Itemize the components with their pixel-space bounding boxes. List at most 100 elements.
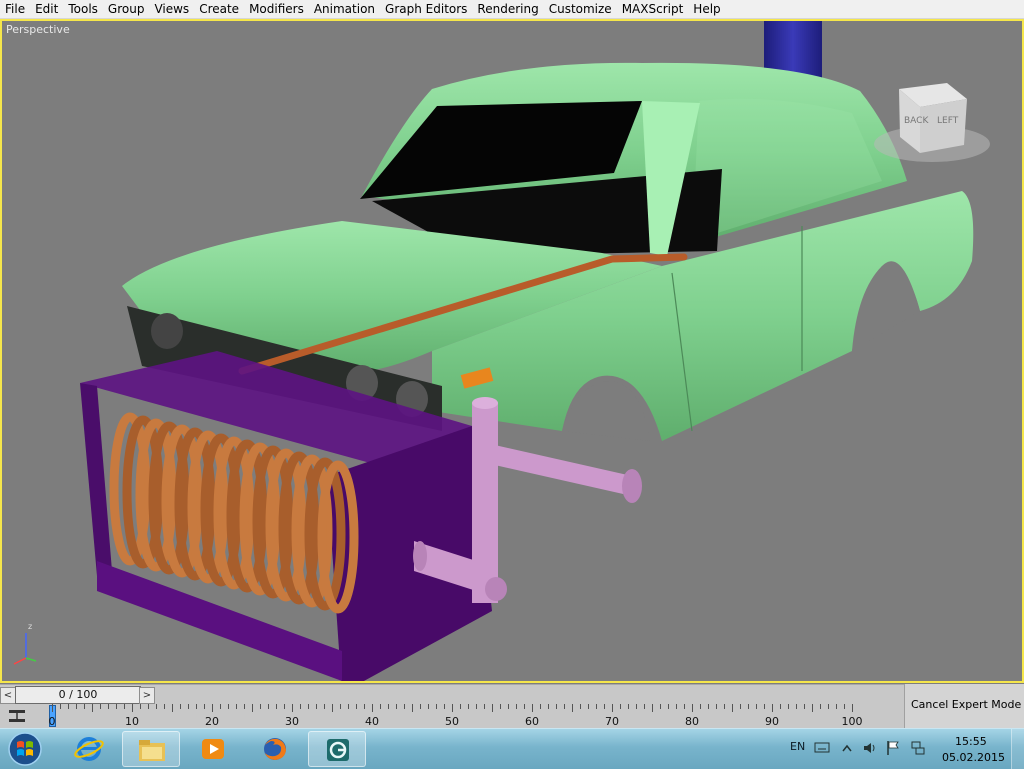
windows-taskbar: EN 15:55 05.02.2015 — [0, 728, 1024, 769]
menu-customize[interactable]: Customize — [544, 0, 617, 18]
time-slider-thumb[interactable]: 0 / 100 — [15, 686, 141, 704]
ruler-tick — [572, 704, 573, 712]
volume-icon[interactable] — [862, 741, 878, 755]
expert-mode-panel: Cancel Expert Mode — [904, 684, 1024, 728]
ruler-tick — [756, 704, 757, 709]
ruler-tick — [780, 704, 781, 709]
ruler-tick — [836, 704, 837, 709]
taskbar-file-explorer[interactable] — [122, 731, 180, 767]
ruler-tick — [708, 704, 709, 709]
prev-frame-button[interactable]: < — [0, 687, 16, 704]
ruler-tick — [540, 704, 541, 709]
menu-modifiers[interactable]: Modifiers — [244, 0, 309, 18]
viewcube-left[interactable]: LEFT — [937, 116, 959, 126]
ruler-tick — [516, 704, 517, 709]
ruler-tick — [580, 704, 581, 709]
menu-file[interactable]: File — [0, 0, 30, 18]
ruler-tick — [660, 704, 661, 709]
time-slider[interactable]: < 0 / 100 > — [0, 684, 904, 705]
ruler-tick-label: 50 — [445, 715, 459, 728]
ruler-tick — [60, 704, 61, 709]
ruler-tick — [444, 704, 445, 709]
ruler-tick — [564, 704, 565, 709]
ruler-tick — [700, 704, 701, 709]
clock-date[interactable]: 05.02.2015 — [942, 751, 1005, 764]
track-bar-icon[interactable] — [6, 707, 28, 725]
3ds-max-icon — [327, 739, 349, 761]
ruler-tick — [244, 704, 245, 709]
ruler-tick — [684, 704, 685, 709]
viewcube-back[interactable]: BACK — [904, 116, 929, 126]
track-ruler: 0 10 20 30 40 50 60 70 80 90 100 — [48, 704, 880, 728]
clock-time[interactable]: 15:55 — [955, 735, 987, 748]
ruler-tick — [332, 704, 333, 712]
network-icon[interactable] — [910, 740, 926, 756]
show-desktop-button[interactable] — [1011, 729, 1024, 769]
axis-tripod: z — [13, 622, 37, 665]
ruler-tick — [812, 704, 813, 712]
ruler-tick — [556, 704, 557, 709]
ruler-tick — [796, 704, 797, 709]
menu-rendering[interactable]: Rendering — [472, 0, 543, 18]
ruler-tick — [308, 704, 309, 709]
language-indicator[interactable]: EN — [790, 740, 805, 753]
system-tray: EN 15:55 05.02.2015 — [780, 729, 1024, 769]
taskbar-firefox[interactable] — [246, 731, 304, 767]
perspective-viewport[interactable]: Perspective BACK LEFT z — [0, 19, 1024, 683]
ruler-tick — [764, 704, 765, 709]
menu-animation[interactable]: Animation — [309, 0, 380, 18]
ruler-tick — [172, 704, 173, 712]
ruler-tick — [788, 704, 789, 709]
ruler-tick — [436, 704, 437, 709]
ruler-tick — [364, 704, 365, 709]
ruler-tick — [644, 704, 645, 709]
ruler-tick — [404, 704, 405, 709]
show-hidden-icons-icon[interactable] — [842, 744, 852, 752]
ruler-tick — [652, 704, 653, 712]
ruler-tick-label: 80 — [685, 715, 699, 728]
ruler-tick — [284, 704, 285, 709]
start-orb-icon[interactable] — [4, 731, 46, 767]
ruler-tick — [460, 704, 461, 709]
taskbar-media-player[interactable] — [184, 731, 242, 767]
ruler-tick — [772, 704, 773, 712]
ruler-tick — [372, 704, 373, 712]
keyboard-icon[interactable] — [814, 741, 830, 753]
action-center-flag-icon[interactable] — [886, 740, 900, 756]
ruler-tick — [508, 704, 509, 709]
ruler-tick — [852, 704, 853, 712]
ruler-tick — [260, 704, 261, 709]
next-frame-button[interactable]: > — [139, 687, 155, 704]
ruler-tick — [132, 704, 133, 712]
track-bar[interactable]: 0 10 20 30 40 50 60 70 80 90 100 — [0, 704, 904, 728]
menu-help[interactable]: Help — [688, 0, 725, 18]
ruler-tick — [100, 704, 101, 709]
taskbar-internet-explorer[interactable] — [60, 731, 118, 767]
menu-tools[interactable]: Tools — [63, 0, 103, 18]
ruler-tick — [732, 704, 733, 712]
ruler-tick — [724, 704, 725, 709]
ruler-tick — [452, 704, 453, 712]
cancel-expert-mode-button[interactable]: Cancel Expert Mode — [911, 698, 1021, 711]
menu-group[interactable]: Group — [103, 0, 150, 18]
ruler-tick — [108, 704, 109, 709]
menu-views[interactable]: Views — [149, 0, 194, 18]
menu-maxscript[interactable]: MAXScript — [617, 0, 689, 18]
folder-icon — [139, 740, 165, 761]
ruler-tick — [804, 704, 805, 709]
ruler-tick — [596, 704, 597, 709]
ruler-tick — [420, 704, 421, 709]
ruler-tick-label: 10 — [125, 715, 139, 728]
menu-graph-editors[interactable]: Graph Editors — [380, 0, 472, 18]
menu-edit[interactable]: Edit — [30, 0, 63, 18]
viewcube[interactable]: BACK LEFT — [874, 83, 990, 162]
ruler-tick — [676, 704, 677, 709]
internet-explorer-icon — [74, 737, 104, 761]
ruler-tick — [748, 704, 749, 709]
menu-create[interactable]: Create — [194, 0, 244, 18]
ruler-tick — [412, 704, 413, 712]
ruler-tick-label: 100 — [841, 715, 863, 728]
ruler-tick — [500, 704, 501, 709]
taskbar-3ds-max[interactable] — [308, 731, 366, 767]
ruler-tick — [532, 704, 533, 712]
